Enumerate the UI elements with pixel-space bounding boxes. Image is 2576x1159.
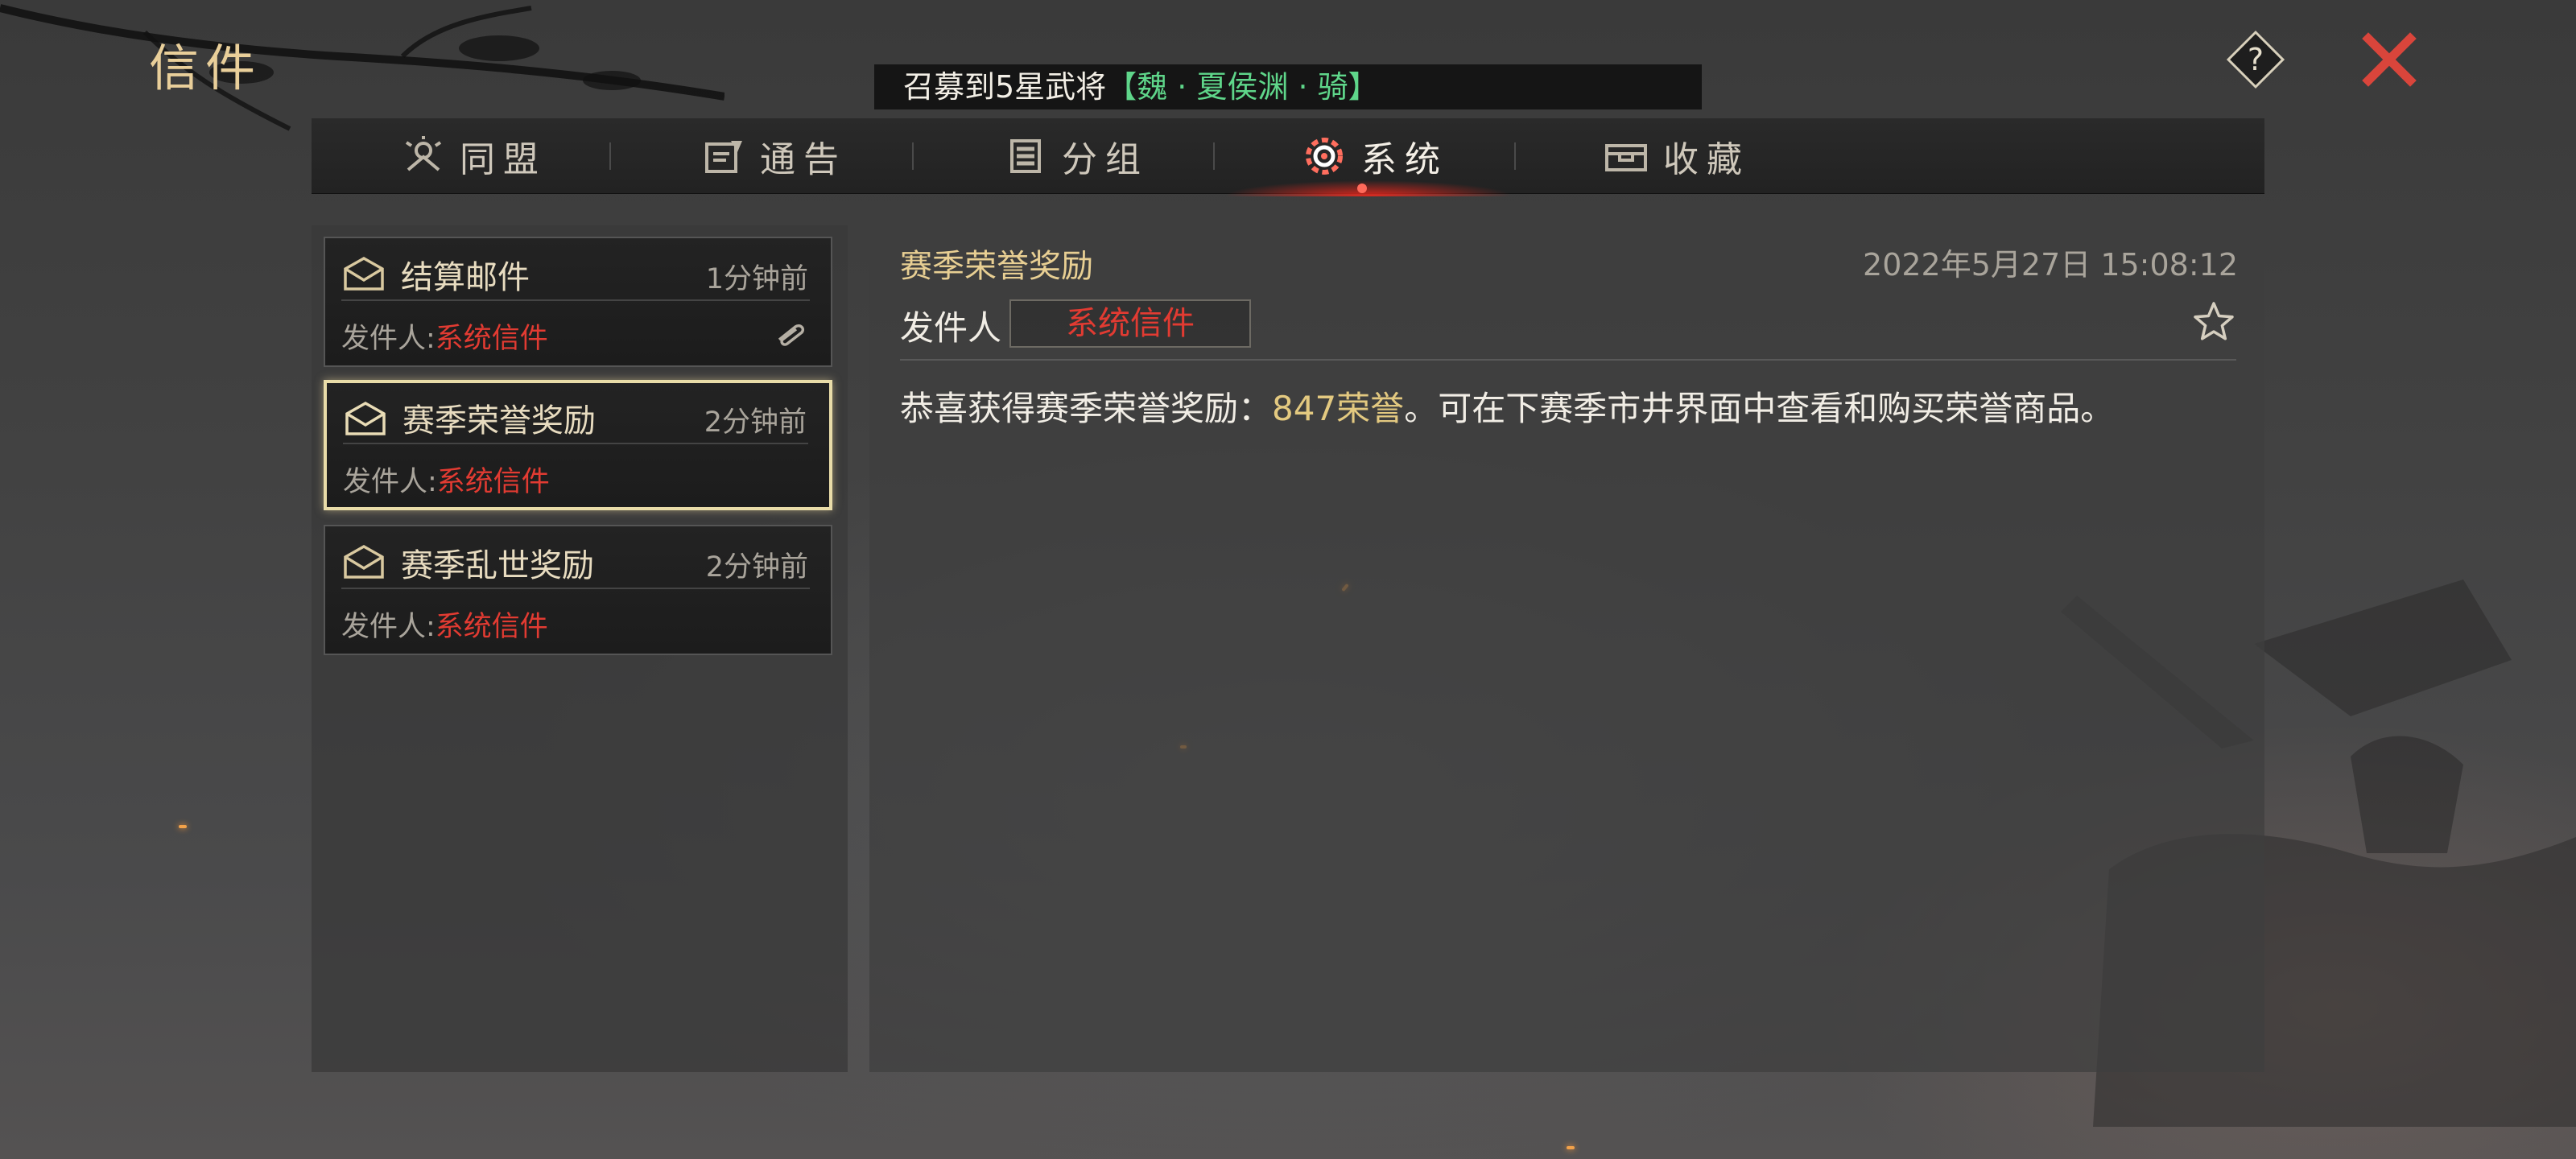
- tab-group[interactable]: 分组: [1004, 118, 1149, 194]
- mail-detail-sender: 系统信件: [1009, 299, 1251, 348]
- mail-sender: 发件人:系统信件: [343, 459, 550, 500]
- sender-label: 发件人:: [343, 466, 437, 498]
- mail-detail-sender-label: 发件人: [900, 308, 1002, 348]
- mail-sender: 发件人:系统信件: [341, 316, 548, 357]
- active-tab-indicator-dot: [1357, 184, 1367, 193]
- svg-text:?: ?: [2248, 42, 2264, 77]
- divider: [341, 299, 810, 301]
- favorites-chest-icon: [1605, 144, 1647, 171]
- mail-list-item-selected[interactable]: 赛季荣誉奖励 2分钟前 发件人:系统信件: [324, 380, 832, 510]
- announcement-ticker: 召募到5星武将【魏 · 夏侯渊 · 骑】: [874, 64, 1702, 109]
- mail-time: 2分钟前: [705, 551, 808, 584]
- mail-time: 1分钟前: [705, 263, 808, 295]
- alliance-icon: [405, 136, 442, 171]
- tab-label: 通告: [760, 139, 847, 180]
- active-tab-indicator: [1224, 180, 1513, 196]
- tab-divider: [912, 142, 914, 170]
- envelope-icon: [345, 401, 386, 435]
- ember-particle: [1567, 1146, 1575, 1149]
- divider: [341, 588, 810, 589]
- divider: [343, 443, 808, 444]
- envelope-icon: [344, 256, 384, 291]
- ember-particle: [179, 825, 187, 828]
- mail-sender: 发件人:系统信件: [341, 604, 548, 645]
- mail-time: 2分钟前: [704, 406, 807, 439]
- mail-detail-panel: [869, 225, 2264, 1072]
- ticker-text: 召募到5星武将: [903, 69, 1107, 105]
- mail-title: 赛季乱世奖励: [401, 547, 594, 584]
- sender-name: 系统信件: [436, 466, 550, 498]
- system-gear-icon: [1306, 138, 1343, 175]
- detail-divider: [900, 359, 2236, 361]
- sender-label: 发件人:: [341, 611, 436, 643]
- tab-label: 分组: [1062, 139, 1149, 180]
- notice-icon: [705, 141, 742, 173]
- tab-divider: [609, 142, 611, 170]
- tab-label: 系统: [1361, 139, 1448, 180]
- group-icon: [1010, 139, 1041, 173]
- body-prefix: 恭喜获得赛季荣誉奖励：: [900, 389, 1273, 428]
- mail-detail-subject: 赛季荣誉奖励: [900, 248, 1093, 285]
- sender-name: 系统信件: [435, 323, 548, 355]
- help-button[interactable]: ?: [2225, 29, 2286, 90]
- question-diamond-icon: ?: [2226, 30, 2285, 89]
- mail-detail-datetime: 2022年5月27日 15:08:12: [1863, 247, 2238, 283]
- mail-detail-body: 恭喜获得赛季荣誉奖励：847荣誉。可在下赛季市井界面中查看和购买荣誉商品。: [900, 382, 2114, 431]
- sender-label: 发件人:: [341, 323, 436, 355]
- mail-list-item[interactable]: 赛季乱世奖励 2分钟前 发件人:系统信件: [324, 525, 832, 655]
- body-highlight: 847荣誉: [1272, 389, 1405, 428]
- star-icon: [2194, 302, 2234, 340]
- tab-favorites[interactable]: 收藏: [1604, 118, 1750, 194]
- attachment-clip-icon: [778, 324, 805, 346]
- mail-list-item[interactable]: 结算邮件 1分钟前 发件人:系统信件: [324, 237, 832, 367]
- close-button[interactable]: [2359, 29, 2420, 90]
- body-suffix: 。可在下赛季市井界面中查看和购买荣誉商品。: [1404, 389, 2115, 428]
- sender-name: 系统信件: [435, 611, 548, 643]
- close-x-icon: [2362, 32, 2417, 87]
- mail-title: 结算邮件: [401, 259, 530, 296]
- tab-label: 收藏: [1663, 139, 1750, 180]
- tab-divider: [1213, 142, 1215, 170]
- favorite-star-button[interactable]: [2191, 299, 2236, 344]
- envelope-icon: [344, 544, 384, 579]
- tab-alliance[interactable]: 同盟: [402, 118, 547, 194]
- mail-title: 赛季荣誉奖励: [402, 402, 596, 439]
- tab-divider: [1514, 142, 1516, 170]
- page-title: 信件: [149, 39, 262, 97]
- ticker-highlight: 【魏 · 夏侯渊 · 骑】: [1106, 69, 1379, 105]
- tab-label: 同盟: [460, 139, 547, 180]
- tab-notice[interactable]: 通告: [702, 118, 847, 194]
